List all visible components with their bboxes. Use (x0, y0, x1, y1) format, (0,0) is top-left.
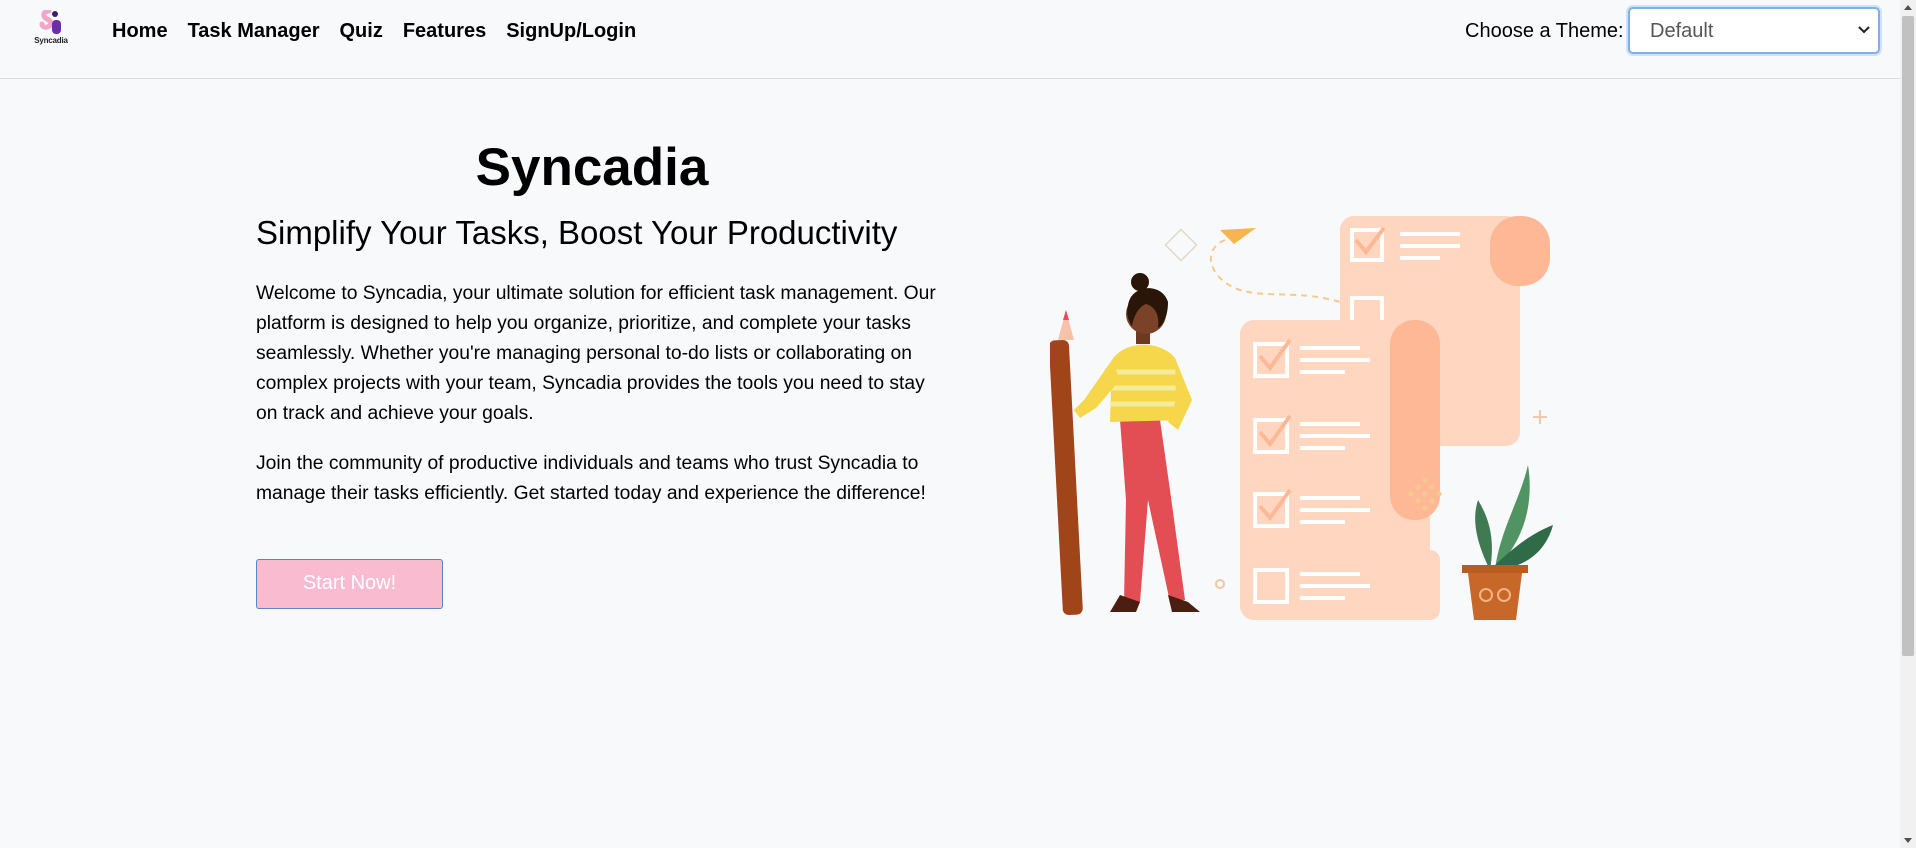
hero-paragraph-intro: Welcome to Syncadia, your ultimate solut… (256, 283, 936, 424)
nav-task-manager[interactable]: Task Manager (188, 19, 320, 43)
scroll-down-arrow-icon[interactable] (1904, 838, 1912, 843)
circle-decoration (1215, 579, 1225, 589)
nav-signup-login[interactable]: SignUp/Login (506, 19, 636, 43)
hero-subtitle: Simplify Your Tasks, Boost Your Producti… (256, 214, 898, 251)
theme-select[interactable]: Default (1628, 7, 1880, 54)
scroll-up-arrow-icon[interactable] (1904, 5, 1912, 10)
nav-features[interactable]: Features (403, 19, 486, 43)
theme-label: Choose a Theme: (1465, 20, 1624, 42)
scrollbar-thumb[interactable] (1902, 16, 1914, 656)
nav-home[interactable]: Home (112, 19, 168, 43)
dot-grid-decoration (1164, 228, 1198, 262)
woman-with-pencil-checklist-illustration (1050, 216, 1553, 620)
vertical-scrollbar[interactable] (1900, 0, 1916, 848)
plus-decoration (1533, 410, 1547, 424)
hero-title: Syncadia (475, 138, 709, 197)
theme-select-value: Default (1650, 20, 1714, 42)
potted-plant-icon (1462, 465, 1553, 620)
hero-paragraph-join: Join the community of productive individ… (256, 453, 926, 504)
syncadia-logo-icon (39, 10, 61, 34)
start-now-button[interactable]: Start Now! (256, 559, 443, 609)
brand-logo[interactable]: Syncadia (28, 10, 74, 52)
woman-figure (1050, 273, 1200, 616)
main-nav: Home Task Manager Quiz Features SignUp/L… (112, 19, 636, 43)
brand-name: Syncadia (34, 36, 68, 45)
chevron-down-icon (1858, 26, 1870, 34)
nav-quiz[interactable]: Quiz (339, 19, 382, 43)
top-navbar: Syncadia Home Task Manager Quiz Features… (0, 0, 1900, 79)
paper-plane-icon (1209, 228, 1341, 303)
front-checklist-scroll (1240, 320, 1440, 620)
